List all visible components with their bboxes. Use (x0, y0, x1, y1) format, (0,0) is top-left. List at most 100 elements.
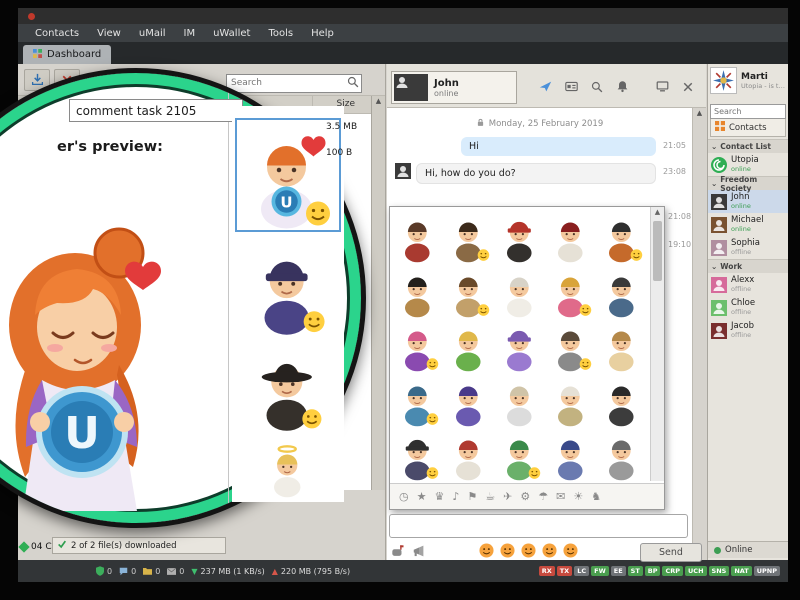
sticker-item[interactable] (443, 372, 494, 426)
category-star-icon[interactable]: ★ (417, 491, 427, 502)
avatar (711, 322, 727, 339)
contact-row[interactable]: Chloe offline (708, 296, 788, 319)
sticker-item[interactable] (392, 318, 443, 372)
sticker-scrollbar[interactable]: ▲ (650, 207, 664, 481)
file-thumbnail-girl[interactable]: U (235, 118, 341, 232)
category-music-icon[interactable]: ♪ (452, 491, 459, 502)
category-recent-icon[interactable]: ◷ (399, 491, 409, 502)
tab-contacts[interactable]: Contacts (710, 118, 786, 137)
file-thumbnail-police[interactable] (235, 236, 341, 336)
category-umbrella-icon[interactable]: ☂ (538, 491, 548, 502)
contact-group-header[interactable]: ⌄ Freedom Society (708, 175, 788, 193)
message-input[interactable] (389, 514, 688, 538)
category-coffee-icon[interactable]: ☕ (485, 491, 495, 502)
sticker-item[interactable] (546, 318, 597, 372)
category-mail-icon[interactable]: ✉ (556, 491, 565, 502)
contact-row[interactable]: John online (708, 190, 788, 213)
message-time: 21:05 (662, 141, 686, 150)
sticker-item[interactable] (546, 209, 597, 263)
category-sun-icon[interactable]: ☀ (573, 491, 583, 502)
contact-group-header[interactable]: ⌄ Contact List (708, 139, 788, 153)
sticker-item[interactable] (546, 427, 597, 481)
menu-bar: Contacts View uMail IM uWallet Tools Help (18, 24, 788, 42)
contact-name: Michael (731, 215, 764, 225)
sticker-item[interactable] (546, 372, 597, 426)
notifications-icon[interactable] (616, 78, 629, 97)
status-badge: FW (591, 566, 609, 576)
sticker-item[interactable] (494, 318, 545, 372)
sticker-item[interactable] (597, 209, 648, 263)
status-counter: 0 (119, 567, 136, 576)
contact-row[interactable]: Utopia online (708, 153, 788, 176)
contact-card-icon[interactable] (565, 78, 578, 97)
emoji-wink[interactable] (563, 542, 578, 562)
contact-name: Utopia (731, 155, 759, 165)
emoji-smile[interactable] (500, 542, 515, 562)
screen-share-icon[interactable] (656, 78, 669, 97)
record-indicator-icon (28, 13, 35, 20)
emoji-angry[interactable] (479, 542, 494, 562)
contact-group-header[interactable]: ⌄ Work (708, 259, 788, 273)
sticker-item[interactable] (443, 427, 494, 481)
sticker-item[interactable] (597, 372, 648, 426)
category-plane-icon[interactable]: ✈ (503, 491, 512, 502)
file-thumbnail-cowboy[interactable] (235, 340, 341, 432)
chevron-down-icon: ⌄ (711, 179, 718, 188)
scroll-thumb[interactable] (653, 221, 662, 281)
menu-umail[interactable]: uMail (130, 26, 175, 41)
sticker-item[interactable] (597, 427, 648, 481)
sticker-item[interactable] (392, 263, 443, 318)
menu-help[interactable]: Help (302, 26, 343, 41)
chat-peer[interactable]: John online (391, 71, 517, 104)
message-list: Hi 21:05 Hi, how do you do? 23:08 (387, 137, 692, 184)
sticker-item[interactable] (392, 427, 443, 481)
category-flag-icon[interactable]: ⚑ (467, 491, 477, 502)
category-gear-icon[interactable]: ⚙ (520, 491, 530, 502)
emoji-grin[interactable] (521, 542, 536, 562)
sticker-item[interactable] (443, 209, 494, 263)
sticker-item[interactable] (392, 209, 443, 263)
sticker-item[interactable] (597, 263, 648, 318)
send-button[interactable]: Send (640, 542, 702, 562)
category-crown-icon[interactable]: ♛ (434, 491, 444, 502)
menu-contacts[interactable]: Contacts (26, 26, 88, 41)
tab-bar: Dashboard (18, 42, 788, 64)
sticker-item[interactable] (597, 318, 648, 372)
magnified-file-name: comment task 2105 (69, 99, 243, 122)
user-card[interactable]: Marti Utopia - is the f... (708, 64, 788, 97)
upload-arrow-icon: ▲ (271, 566, 278, 576)
sticker-picker: ▲ ◷ ★ ♛ ♪ ⚑ ☕ ✈ ⚙ ☂ ✉ ☀ ♞ (389, 206, 665, 510)
sticker-item[interactable] (494, 427, 545, 481)
sticker-item[interactable] (392, 372, 443, 426)
status-badge: NAT (731, 566, 752, 576)
menu-im[interactable]: IM (175, 26, 205, 41)
sticker-item[interactable] (494, 372, 545, 426)
mailbox-icon[interactable] (391, 543, 405, 562)
sticker-item[interactable] (494, 209, 545, 263)
sticker-categories: ◷ ★ ♛ ♪ ⚑ ☕ ✈ ⚙ ☂ ✉ ☀ ♞ (390, 483, 664, 509)
chat-scrollbar[interactable]: ▲ (692, 108, 706, 560)
contact-row[interactable]: Alexx offline (708, 273, 788, 296)
category-chess-icon[interactable]: ♞ (591, 491, 601, 502)
send-message-icon[interactable] (539, 78, 552, 97)
search-icon[interactable] (591, 78, 603, 97)
file-search-input[interactable] (226, 73, 362, 93)
file-thumbnail-angel[interactable] (235, 436, 341, 498)
tab-dashboard[interactable]: Dashboard (23, 45, 112, 64)
close-icon[interactable] (682, 78, 694, 97)
presence-selector[interactable]: Online (708, 541, 788, 558)
contact-row[interactable]: Michael online (708, 213, 788, 236)
megaphone-icon[interactable] (412, 543, 426, 562)
contact-row[interactable]: Sophia offline (708, 236, 788, 259)
sticker-item[interactable] (546, 263, 597, 318)
emoji-love[interactable] (542, 542, 557, 562)
sticker-item[interactable] (494, 263, 545, 318)
status-badges: RX TX LC FW EE ST BP CRP UCH SNS NAT UPNP (538, 566, 780, 576)
menu-uwallet[interactable]: uWallet (204, 26, 259, 41)
sticker-item[interactable] (443, 318, 494, 372)
contacts-search-input[interactable] (710, 104, 786, 119)
contact-row[interactable]: Jacob offline (708, 319, 788, 342)
sticker-item[interactable] (443, 263, 494, 318)
menu-tools[interactable]: Tools (259, 26, 302, 41)
menu-view[interactable]: View (88, 26, 130, 41)
